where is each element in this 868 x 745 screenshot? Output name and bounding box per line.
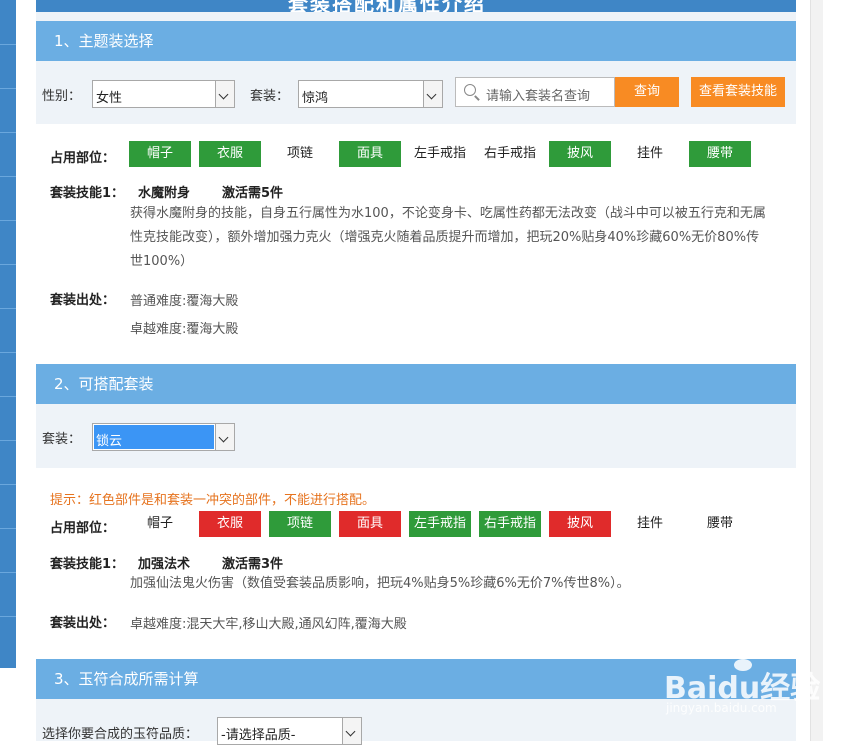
skill-description: 加强仙法鬼火伤害（数值受套装品质影响，把玩4%贴身5%珍藏6%无价7%传世8%）…	[130, 576, 630, 591]
search-input[interactable]: 请输入套装名查询	[455, 77, 615, 107]
chevron-down-icon	[215, 424, 234, 450]
page-title: 套装搭配和属性介绍	[288, 0, 486, 12]
skill-activate: 激活需3件	[222, 557, 284, 572]
part-4[interactable]: 左手戒指	[409, 511, 471, 537]
set-label: 套装：	[250, 89, 290, 104]
gender-select-value: 女性	[96, 91, 123, 106]
part-8[interactable]: 腰带	[689, 141, 751, 167]
source-label: 套装出处：	[50, 293, 116, 308]
skill-name: 水魔附身	[138, 186, 191, 201]
view-set-skill-button[interactable]: 查看套装技能	[691, 77, 785, 107]
match-set-select[interactable]: 锁云	[92, 423, 235, 451]
search-placeholder: 请输入套装名查询	[486, 89, 591, 104]
skill-description: 获得水魔附身的技能，自身五行属性为水100，不论变身卡、吃属性药都无法改变（战斗…	[130, 206, 766, 269]
section-2-parts: 帽子 衣服 项链 面具 左手戒指 右手戒指 披风 挂件 腰带	[36, 511, 796, 537]
section-2-title: 2、可搭配套装	[54, 375, 154, 393]
part-1[interactable]: 衣服	[199, 141, 261, 167]
part-2[interactable]: 项链	[269, 511, 331, 537]
set-select-value: 惊鸿	[302, 91, 329, 106]
match-set-select-value: 锁云	[96, 434, 123, 449]
part-5[interactable]: 右手戒指	[479, 141, 541, 167]
skill-activate: 激活需5件	[222, 186, 284, 201]
section-1-filter-bar: 性别： 女性 套装： 惊鸿	[36, 61, 796, 124]
skill-label: 套装技能1：	[50, 557, 125, 572]
section-2-filter-bar: 套装： 锁云	[36, 404, 796, 468]
page-title-bar: 套装搭配和属性介绍	[36, 0, 796, 12]
skill-name: 加强法术	[138, 557, 191, 572]
source-label: 套装出处：	[50, 616, 116, 631]
part-4[interactable]: 左手戒指	[409, 141, 471, 167]
section-1-parts: 帽子 衣服 项链 面具 左手戒指 右手戒指 披风 挂件 腰带	[36, 141, 796, 167]
quality-label: 选择你要合成的玉符品质：	[42, 727, 199, 742]
quality-select-value: -请选择品质-	[221, 728, 296, 743]
part-1[interactable]: 衣服	[199, 511, 261, 537]
part-8[interactable]: 腰带	[689, 511, 751, 537]
chevron-down-icon	[215, 81, 234, 107]
part-0[interactable]: 帽子	[129, 141, 191, 167]
part-6[interactable]: 披风	[549, 141, 611, 167]
source-hard: 卓越难度:混天大牢,移山大殿,通风幻阵,覆海大殿	[130, 617, 407, 632]
search-icon	[464, 84, 476, 96]
watermark-url: jingyan.baidu.com	[666, 701, 777, 715]
main-container: 套装搭配和属性介绍 1、主题装选择 性别： 女性 套装： 惊鸿 请输入套装名查询…	[36, 0, 796, 745]
gender-label: 性别：	[42, 89, 82, 104]
baidu-jingyan-watermark: Baidu经验 jingyan.baidu.com	[664, 645, 834, 720]
part-3[interactable]: 面具	[339, 511, 401, 537]
section-1-header: 1、主题装选择	[36, 21, 796, 61]
skill-label: 套装技能1：	[50, 186, 125, 201]
section-1-panel: 占用部位： 帽子 衣服 项链 面具 左手戒指 右手戒指 披风 挂件 腰带 套装技能1： 水魔附身…	[36, 124, 796, 364]
gender-select[interactable]: 女性	[92, 80, 235, 108]
part-7[interactable]: 挂件	[619, 511, 681, 537]
conflict-tip: 提示：红色部件是和套装一冲突的部件，不能进行搭配。	[50, 493, 376, 508]
part-6[interactable]: 披风	[549, 511, 611, 537]
part-5[interactable]: 右手戒指	[479, 511, 541, 537]
set-select[interactable]: 惊鸿	[298, 80, 443, 108]
set-label: 套装：	[42, 432, 82, 447]
section-3-title: 3、玉符合成所需计算	[54, 670, 199, 688]
search-button[interactable]: 查询	[615, 77, 679, 107]
chevron-down-icon	[342, 718, 361, 744]
right-gutter	[810, 0, 823, 741]
section-2-panel: 提示：红色部件是和套装一冲突的部件，不能进行搭配。 占用部位： 帽子 衣服 项链 面具…	[36, 468, 796, 659]
part-2[interactable]: 项链	[269, 141, 331, 167]
left-nav-strip	[0, 0, 16, 741]
section-1-title: 1、主题装选择	[54, 32, 154, 50]
part-3[interactable]: 面具	[339, 141, 401, 167]
source-normal: 普通难度:覆海大殿	[130, 294, 239, 309]
section-2-header: 2、可搭配套装	[36, 364, 796, 404]
chevron-down-icon	[423, 81, 442, 107]
part-0[interactable]: 帽子	[129, 511, 191, 537]
part-7[interactable]: 挂件	[619, 141, 681, 167]
source-hard: 卓越难度:覆海大殿	[130, 322, 239, 337]
